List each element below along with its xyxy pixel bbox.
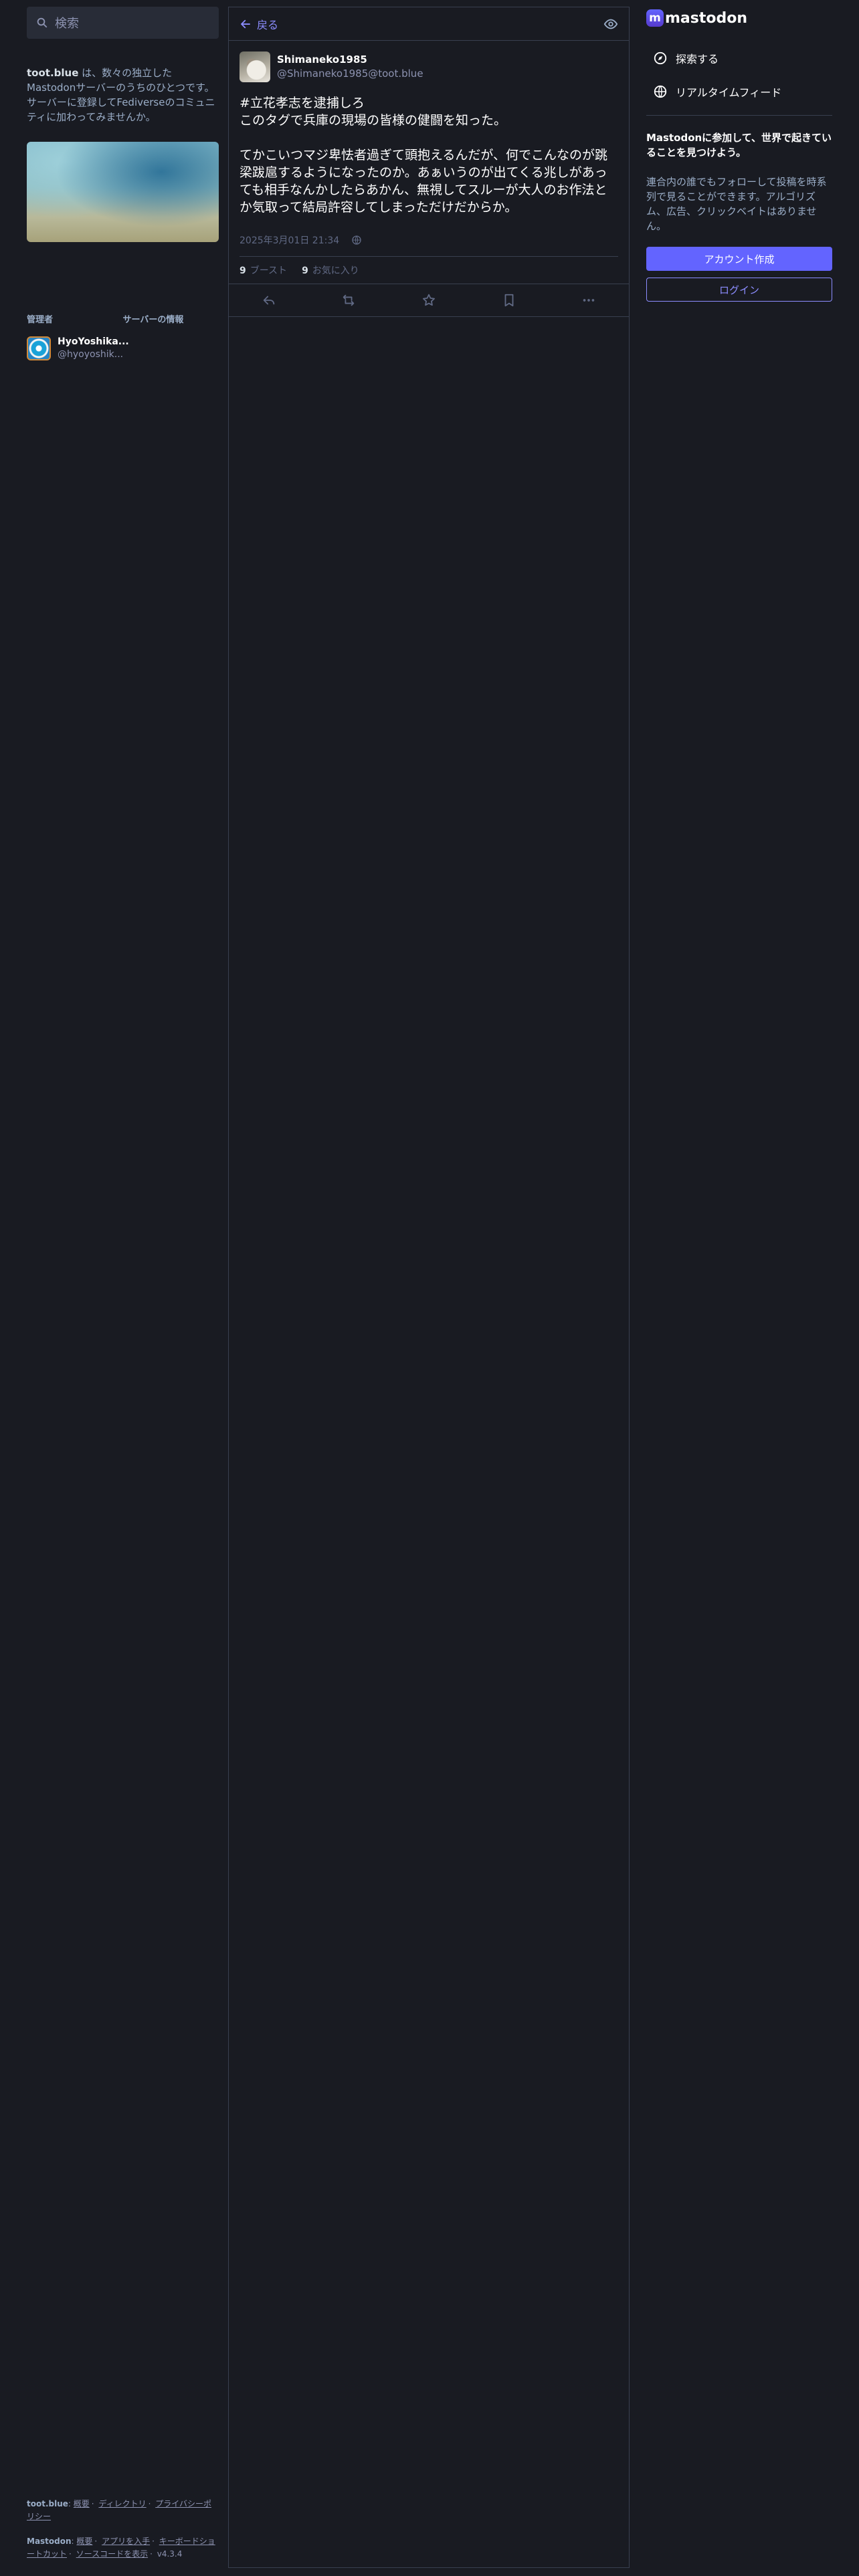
signup-promo: Mastodonに参加して、世界で起きていることを見つけよう。 連合内の誰でもフ…: [646, 130, 832, 233]
left-sidebar: 検索 toot.blue は、数々の独立したMastodonサーバーのうちのひと…: [27, 7, 219, 361]
divider: [646, 115, 832, 116]
status-column: 戻る Shimaneko1985 @Shimaneko1985@toot.blu…: [228, 7, 630, 2568]
back-button[interactable]: 戻る: [240, 16, 278, 32]
status-detail: Shimaneko1985 @Shimaneko1985@toot.blue #…: [229, 41, 629, 317]
mastodon-logo[interactable]: m mastodon: [646, 9, 832, 27]
footer-server-name: toot.blue: [27, 2499, 68, 2508]
status-stats: 9 ブースト 9 お気に入り: [240, 256, 618, 284]
search-placeholder: 検索: [55, 17, 79, 31]
signup-body: 連合内の誰でもフォローして投稿を時系列で見ることができます。アルゴリズム、広告、…: [646, 176, 827, 232]
nav-live-feed-label: リアルタイムフィード: [676, 86, 782, 99]
admin-label: 管理者: [27, 315, 54, 325]
navigation: 探索する リアルタイムフィード: [646, 41, 832, 108]
reply-icon[interactable]: [262, 293, 276, 308]
globe-icon: [352, 235, 361, 245]
search-icon: [37, 17, 47, 28]
logo-text: mastodon: [665, 9, 748, 27]
favourite-count[interactable]: 9 お気に入り: [302, 263, 359, 277]
footer-version: v4.3.4: [157, 2549, 183, 2559]
status-action-bar: [229, 284, 629, 317]
globe-icon: [654, 85, 667, 98]
admin-handle: @hyoyoshik...: [58, 349, 124, 360]
server-description: toot.blue は、数々の独立したMastodonサーバーのうちのひとつです…: [27, 66, 219, 124]
create-account-button[interactable]: アカウント作成: [646, 247, 832, 271]
footer-link-get-app[interactable]: アプリを入手: [102, 2537, 150, 2546]
status-paragraph: #立花孝志を逮捕しろこのタグで兵庫の現場の皆様の健闘を知った。: [240, 94, 618, 129]
footer-link-about[interactable]: 概要: [74, 2499, 90, 2508]
display-name: Shimaneko1985: [277, 53, 367, 66]
avatar: [240, 51, 270, 82]
admin-name: HyoYoshika...: [58, 336, 129, 347]
admin-header: 管理者 サーバーの情報: [27, 312, 219, 325]
hashtag-link[interactable]: #立花孝志を逮捕しろ: [240, 96, 365, 110]
mastodon-logo-icon: m: [646, 9, 664, 27]
login-button[interactable]: ログイン: [646, 278, 832, 302]
boost-count[interactable]: 9 ブースト: [240, 263, 287, 277]
footer-brand: Mastodon: [27, 2537, 72, 2546]
server-name: toot.blue: [27, 67, 79, 79]
status-content: #立花孝志を逮捕しろこのタグで兵庫の現場の皆様の健闘を知った。 てかこいつマジ卑…: [240, 94, 618, 216]
nav-explore-label: 探索する: [676, 53, 719, 66]
star-icon[interactable]: [421, 293, 436, 308]
more-icon[interactable]: [581, 293, 596, 308]
status-paragraph-2: てかこいつマジ卑怯者過ぎて頭抱えるんだが、何でこんなのが跳梁跋扈するようになった…: [240, 148, 608, 215]
arrow-left-icon: [241, 19, 250, 28]
eye-icon[interactable]: [603, 17, 618, 31]
server-hero-image: [27, 142, 219, 242]
footer-link-mastodon-about[interactable]: 概要: [76, 2537, 92, 2546]
signup-title: Mastodonに参加して、世界で起きていることを見つけよう。: [646, 132, 832, 158]
footer-link-directory[interactable]: ディレクトリ: [98, 2499, 146, 2508]
search-input[interactable]: 検索: [27, 7, 219, 39]
back-label: 戻る: [257, 18, 279, 31]
admin-avatar: [27, 336, 51, 360]
nav-explore[interactable]: 探索する: [646, 41, 832, 75]
bookmark-icon[interactable]: [502, 293, 516, 308]
server-info-link[interactable]: サーバーの情報: [123, 312, 219, 325]
right-sidebar: m mastodon 探索する リアルタイムフィード Mastodonに参加して…: [646, 9, 832, 302]
boost-icon[interactable]: [341, 293, 356, 308]
column-header: 戻る: [229, 7, 629, 41]
status-account[interactable]: Shimaneko1985 @Shimaneko1985@toot.blue: [240, 51, 618, 82]
footer: toot.blue: 概要 · ディレクトリ · プライバシーポリシー Mastod…: [27, 2499, 215, 2559]
status-text-line: このタグで兵庫の現場の皆様の健闘を知った。: [240, 113, 507, 128]
status-meta: 2025年3月01日 21:34: [240, 233, 618, 247]
compass-icon: [654, 51, 667, 65]
footer-link-source[interactable]: ソースコードを表示: [76, 2549, 148, 2559]
status-timestamp[interactable]: 2025年3月01日 21:34: [240, 233, 339, 247]
account-handle: @Shimaneko1985@toot.blue: [277, 68, 423, 80]
admin-account[interactable]: HyoYoshika... @hyoyoshik...: [27, 336, 219, 361]
nav-live-feed[interactable]: リアルタイムフィード: [646, 75, 832, 108]
